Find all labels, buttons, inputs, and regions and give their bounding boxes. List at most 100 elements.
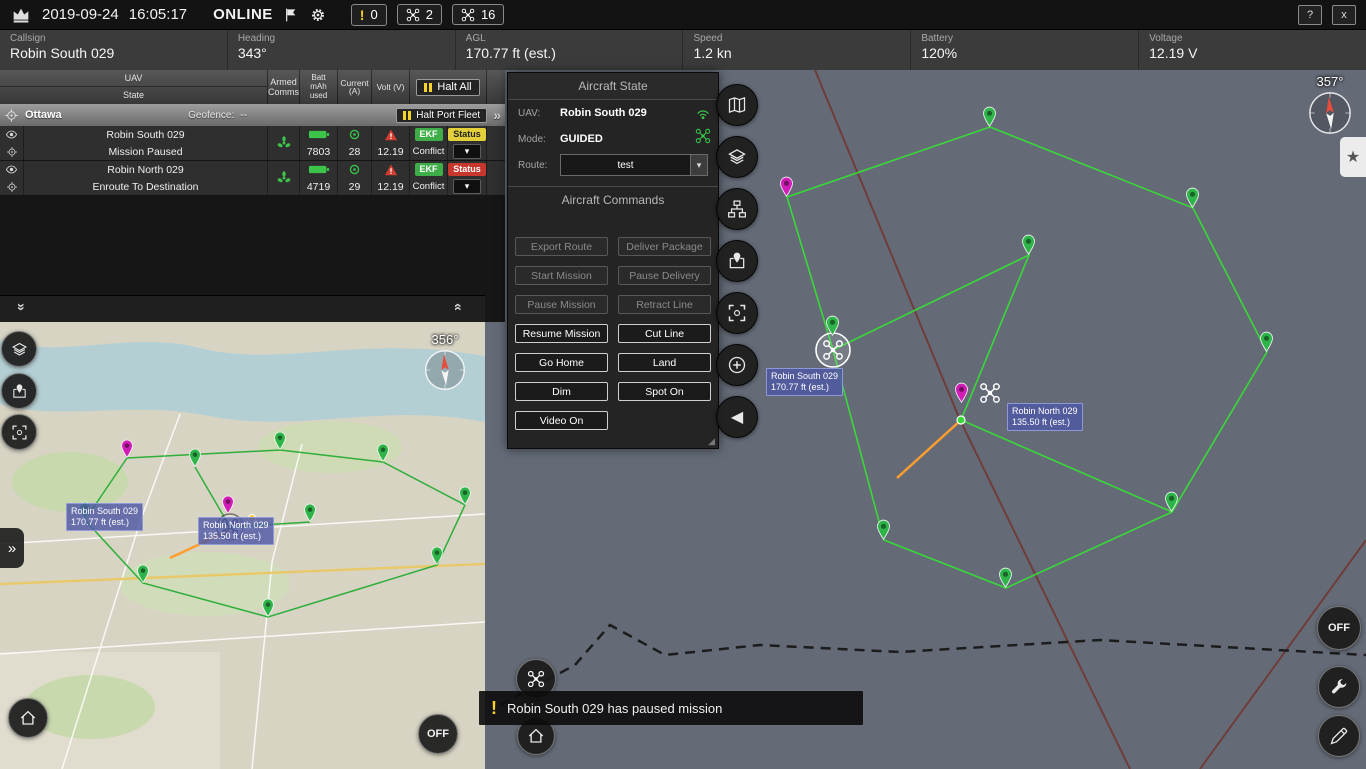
uav-label-south-left[interactable]: Robin South 029 170.77 ft (est.)	[66, 503, 143, 531]
chevron-left-icon: ◀	[731, 407, 743, 427]
waypoint-pin[interactable]	[1187, 188, 1199, 207]
star-icon: ★	[1346, 147, 1360, 167]
fleet-group-row[interactable]: Ottawa Geofence: -- Halt Port Fleet »	[0, 104, 505, 126]
fleet-drone-icon	[406, 8, 420, 22]
home-button-left[interactable]	[8, 698, 48, 738]
spotlight-off-button-left[interactable]: OFF	[418, 714, 458, 754]
retract-line-button[interactable]: Retract Line	[618, 295, 711, 314]
gear-icon[interactable]	[309, 6, 327, 24]
uav-marker-north[interactable]	[981, 384, 999, 402]
uav-label-north[interactable]: Robin North 029 135.50 ft (est.)	[1007, 403, 1083, 431]
map-pin-icon	[11, 383, 28, 400]
route-select[interactable]: test ▾	[560, 154, 708, 176]
expand-panel-handle[interactable]: »	[0, 528, 24, 568]
header-uav: UAV	[0, 70, 268, 87]
halt-all-button[interactable]: Halt All	[416, 79, 479, 96]
waypoint-pin[interactable]	[878, 520, 890, 539]
camera-dropdown[interactable]: ▾	[453, 179, 481, 194]
fleet-count-badge[interactable]: 2	[397, 4, 442, 25]
visibility-icon[interactable]	[5, 128, 18, 141]
waypoint-pin[interactable]	[1000, 568, 1012, 587]
uav-label-north-left[interactable]: Robin North 029 135.50 ft (est.)	[198, 517, 274, 545]
uav-state: Enroute To Destination	[24, 178, 268, 195]
layers-button-left[interactable]	[1, 331, 37, 367]
capture-button[interactable]	[716, 292, 758, 334]
uav-count: 16	[481, 7, 495, 22]
header-spacer	[487, 70, 505, 104]
favorites-button[interactable]: ★	[1340, 137, 1366, 177]
ekf-badge[interactable]: EKF	[415, 163, 443, 176]
uav-rotor-icon	[695, 128, 711, 144]
uav-row-south[interactable]: Robin South 029 Mission Paused 7803 28 1…	[0, 126, 505, 161]
ekf-badge[interactable]: EKF	[415, 128, 443, 141]
layers-button[interactable]	[716, 136, 758, 178]
geofence-button-left[interactable]	[1, 373, 37, 409]
locate-icon[interactable]	[6, 146, 18, 158]
uav-row-north[interactable]: Robin North 029 Enroute To Destination 4…	[0, 161, 505, 196]
spotlight-off-button-right[interactable]: OFF	[1317, 606, 1361, 650]
status-badge[interactable]: Status	[448, 163, 486, 176]
help-button[interactable]: ?	[1298, 5, 1322, 25]
uav-label-south[interactable]: Robin South 029 170.77 ft (est.)	[766, 368, 843, 396]
tools-button[interactable]	[1318, 666, 1360, 708]
terrain-map[interactable]	[0, 322, 485, 769]
locate-icon[interactable]	[6, 181, 18, 193]
add-button[interactable]	[716, 344, 758, 386]
uav-state: Mission Paused	[24, 143, 268, 160]
map-view-button[interactable]	[716, 84, 758, 126]
header-volt: Volt (V)	[372, 70, 410, 104]
halt-port-fleet-button[interactable]: Halt Port Fleet	[396, 108, 487, 123]
go-home-button[interactable]: Go Home	[515, 353, 608, 372]
waypoint-pin[interactable]	[1023, 235, 1035, 254]
start-pin[interactable]	[781, 177, 793, 196]
current-value: 28	[338, 143, 372, 160]
uav-status-icons	[695, 105, 711, 144]
export-route-button[interactable]: Export Route	[515, 237, 608, 256]
tether-line	[897, 420, 961, 478]
rotor-armed-icon	[276, 135, 292, 151]
compass-right[interactable]: 357°	[1302, 74, 1358, 141]
deliver-package-button[interactable]: Deliver Package	[618, 237, 711, 256]
geofence-button[interactable]	[716, 240, 758, 282]
resize-handle[interactable]: ◢	[708, 436, 715, 447]
annotate-button[interactable]	[1318, 715, 1360, 757]
alert-count-badge[interactable]: ! 0	[351, 4, 387, 26]
compass-rose-icon	[423, 348, 467, 392]
spot-on-button[interactable]: Spot On	[618, 382, 711, 401]
waypoint-pin[interactable]	[1261, 332, 1273, 351]
notification-toast[interactable]: ! Robin South 029 has paused mission	[479, 691, 863, 725]
home-icon	[19, 709, 37, 727]
divider	[508, 186, 718, 187]
visibility-icon[interactable]	[5, 163, 18, 176]
video-on-button[interactable]: Video On	[515, 411, 608, 430]
fleet-hierarchy-button[interactable]	[716, 188, 758, 230]
expand-columns-icon[interactable]: »	[493, 107, 501, 123]
uav-drone-icon	[461, 8, 475, 22]
expand-table-icon[interactable]: «	[451, 303, 467, 311]
cut-line-button[interactable]: Cut Line	[618, 324, 711, 343]
terrain-map-canvas	[0, 322, 485, 769]
compass-left[interactable]: 356°	[418, 332, 472, 397]
resume-mission-button[interactable]: Resume Mission	[515, 324, 608, 343]
telemetry-callsign: Callsign Robin South 029	[0, 30, 228, 70]
capture-button-left[interactable]	[1, 414, 37, 450]
command-grid: Export Route Deliver Package Start Missi…	[508, 237, 718, 430]
collapse-panel-button[interactable]: ◀	[716, 396, 758, 438]
waypoint-pin[interactable]	[984, 107, 996, 126]
collapse-table-icon[interactable]: »	[14, 303, 30, 311]
dim-button[interactable]: Dim	[515, 382, 608, 401]
flag-icon[interactable]	[283, 7, 299, 23]
waypoint-pin[interactable]	[1166, 492, 1178, 511]
status-badge[interactable]: Status	[448, 128, 486, 141]
start-pin[interactable]	[956, 383, 968, 402]
frame-icon	[11, 424, 28, 441]
land-button[interactable]: Land	[618, 353, 711, 372]
header-halt-cell: Halt All	[410, 70, 487, 104]
fleet-table-header: UAV State Armed Comms Batt mAh used Curr…	[0, 70, 505, 104]
uav-count-badge[interactable]: 16	[452, 4, 504, 25]
pause-delivery-button[interactable]: Pause Delivery	[618, 266, 711, 285]
camera-dropdown[interactable]: ▾	[453, 144, 481, 159]
start-mission-button[interactable]: Start Mission	[515, 266, 608, 285]
pause-mission-button[interactable]: Pause Mission	[515, 295, 608, 314]
close-button[interactable]: x	[1332, 5, 1356, 25]
